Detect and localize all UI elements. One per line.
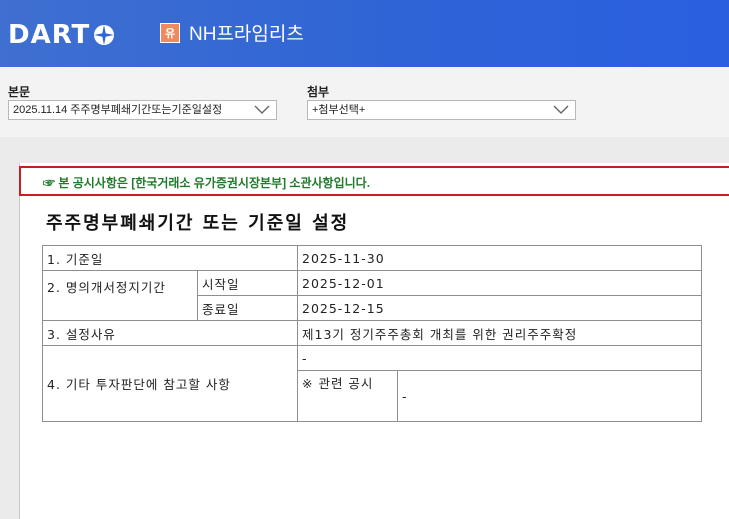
market-badge: 유 [160, 22, 180, 43]
start-date-value: 2025-12-01 [297, 270, 702, 296]
logo-text: DART [8, 20, 91, 50]
end-date-label: 종료일 [197, 295, 298, 321]
document-title: 주주명부폐쇄기간 또는 기준일 설정 [46, 213, 350, 234]
company-name[interactable]: NH프라임리츠 [189, 19, 304, 46]
dart-logo[interactable]: DART [8, 20, 116, 50]
chevron-down-icon [553, 105, 569, 114]
other-info-label: 4. 기타 투자판단에 참고할 사항 [42, 345, 298, 422]
table-row: 2. 명의개서정지기간 시작일 2025-12-01 [42, 270, 702, 321]
main-doc-select-value: 2025.11.14 주주명부폐쇄기간또는기준일설정 [13, 104, 223, 116]
reason-label: 3. 설정사유 [42, 320, 298, 346]
app-header: DART 유 NH프라임리츠 [0, 0, 729, 67]
transfer-suspension-label: 2. 명의개서정지기간 [42, 270, 198, 321]
jurisdiction-notice: ☞ 본 공시사항은 [한국거래소 유가증권시장본부] 소관사항입니다. [19, 166, 729, 196]
attachment-select[interactable]: +첨부선택+ [307, 100, 576, 120]
related-disclosure-value: - [397, 370, 702, 422]
table-row: 4. 기타 투자판단에 참고할 사항 - [42, 345, 702, 422]
attachment-label: 첨부 [307, 85, 330, 99]
table-row: 1. 기준일 2025-11-30 [42, 245, 702, 271]
record-date-label: 1. 기준일 [42, 245, 298, 271]
chevron-down-icon [254, 105, 270, 114]
attachment-select-value: +첨부선택+ [312, 104, 366, 116]
start-date-label: 시작일 [197, 270, 298, 296]
dart-logo-icon [94, 25, 115, 45]
related-disclosure-label: ※ 관련 공시 [297, 370, 398, 422]
end-date-value: 2025-12-15 [297, 295, 702, 321]
reason-value: 제13기 정기주주총회 개최를 위한 권리주주확정 [297, 320, 702, 346]
notice-text: ☞ 본 공시사항은 [한국거래소 유가증권시장본부] 소관사항입니다. [43, 176, 371, 190]
record-date-value: 2025-11-30 [297, 245, 702, 271]
disclosure-table: 1. 기준일 2025-11-30 2. 명의개서정지기간 시작일 2025-1… [42, 245, 702, 422]
company-title: 유 NH프라임리츠 [160, 19, 304, 46]
main-doc-label: 본문 [8, 85, 31, 99]
other-info-value: - [297, 345, 702, 371]
main-doc-select[interactable]: 2025.11.14 주주명부폐쇄기간또는기준일설정 [8, 100, 277, 120]
table-row: 3. 설정사유 제13기 정기주주총회 개최를 위한 권리주주확정 [42, 320, 702, 346]
